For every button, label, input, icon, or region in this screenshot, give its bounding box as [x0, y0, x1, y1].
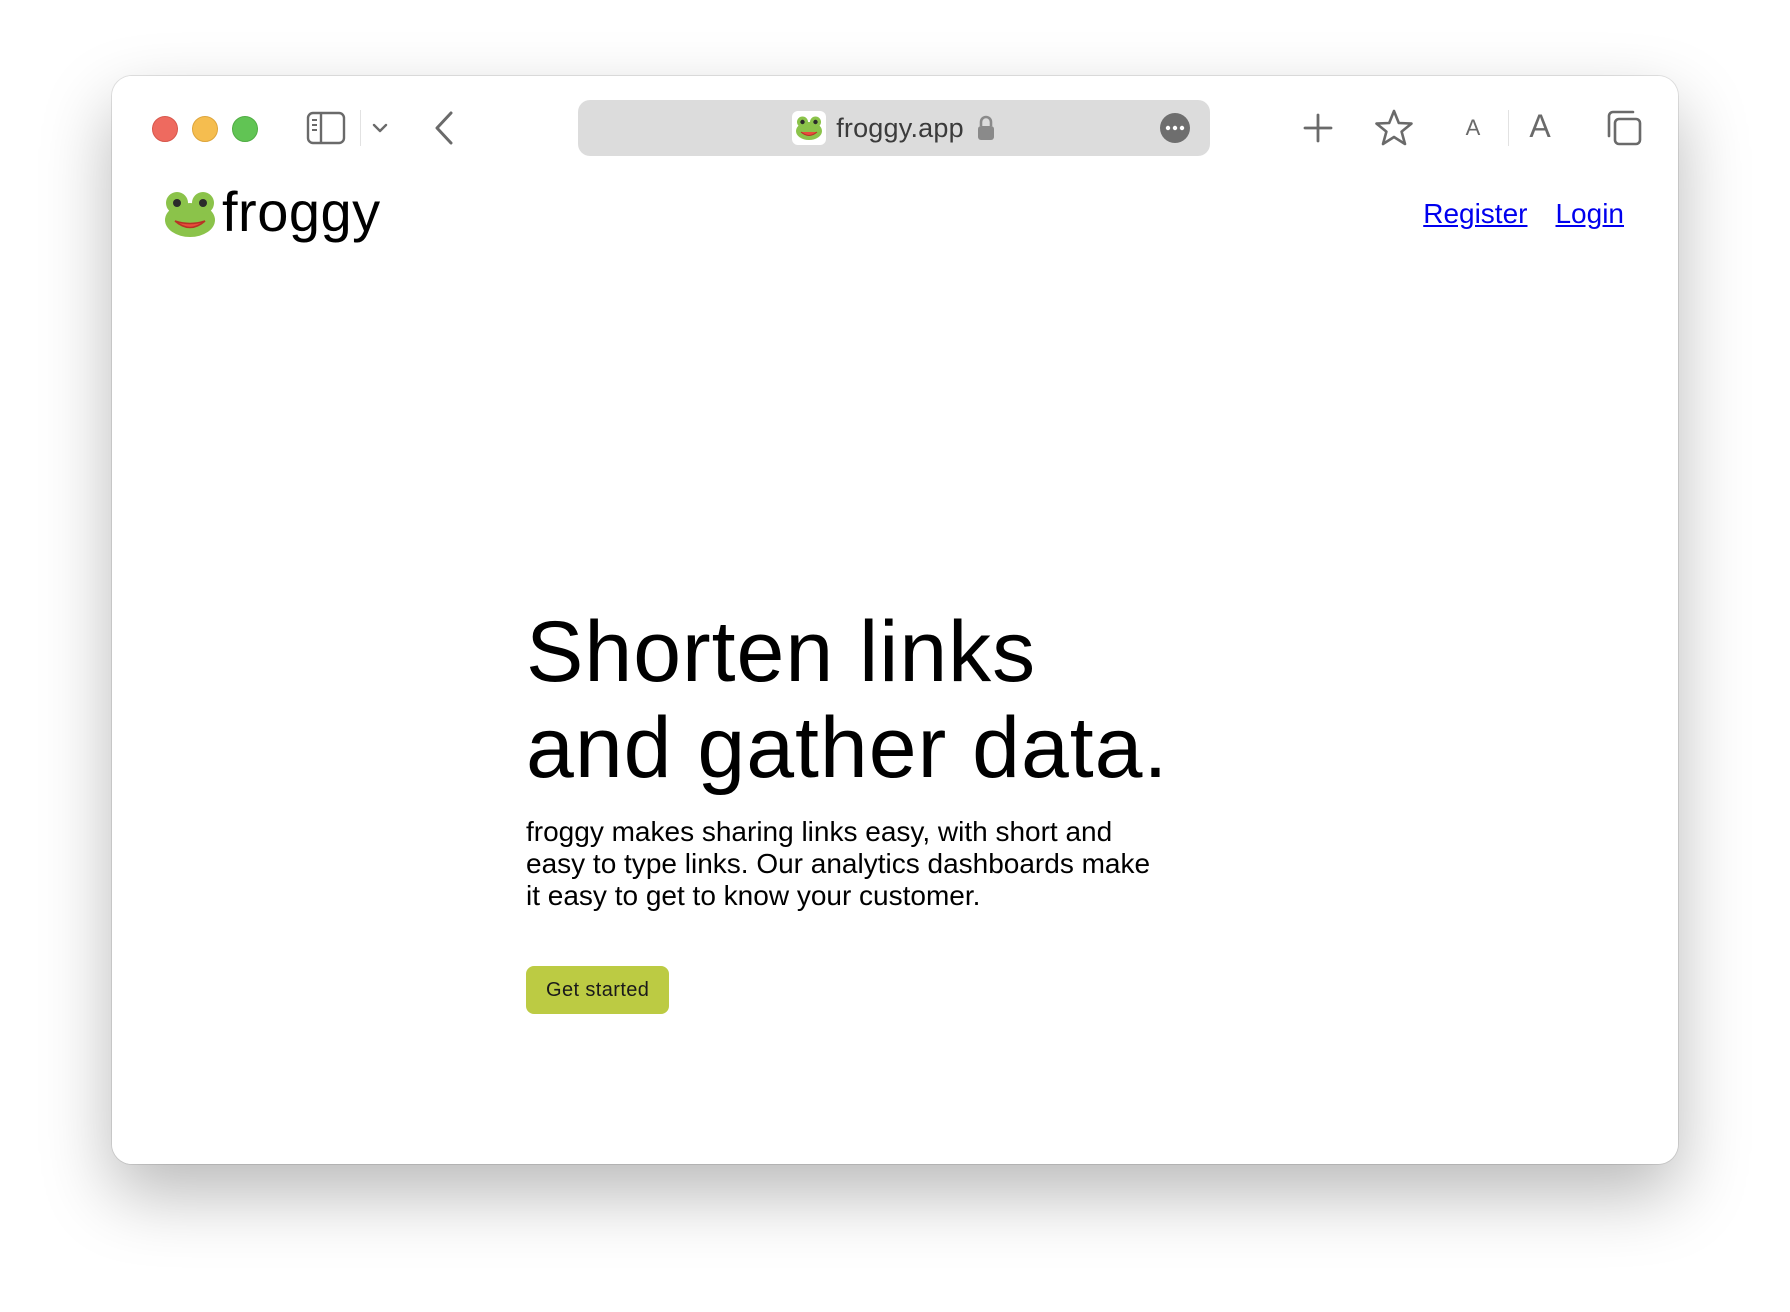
- close-window-button[interactable]: [152, 116, 178, 142]
- address-bar[interactable]: froggy.app: [578, 100, 1210, 156]
- increase-font-button[interactable]: A: [1520, 102, 1560, 150]
- decrease-font-button[interactable]: A: [1456, 106, 1490, 150]
- hero-title-line-2: and gather data.: [526, 700, 1169, 796]
- toolbar-divider: [360, 110, 361, 146]
- frog-emoji-icon: [164, 190, 216, 242]
- brand-name: froggy: [222, 180, 381, 243]
- browser-toolbar: froggy.app A A: [112, 76, 1678, 176]
- sidebar-icon[interactable]: [306, 110, 346, 146]
- top-nav: Register Login: [1423, 198, 1624, 230]
- get-started-button[interactable]: Get started: [526, 966, 670, 1014]
- hero-title-line-1: Shorten links: [526, 604, 1037, 700]
- plus-icon[interactable]: [1298, 108, 1338, 148]
- register-link[interactable]: Register: [1423, 198, 1527, 230]
- ellipsis-circle-icon[interactable]: [1160, 113, 1190, 143]
- login-link[interactable]: Login: [1555, 198, 1624, 230]
- browser-window: froggy.app A A froggy Register Login Sho…: [112, 76, 1678, 1164]
- address-bar-content: froggy.app: [578, 100, 1210, 156]
- frog-emoji-icon: [792, 111, 827, 145]
- maximize-window-button[interactable]: [232, 116, 258, 142]
- tab-overview-icon[interactable]: [1602, 106, 1646, 150]
- back-arrow-icon[interactable]: [428, 108, 460, 148]
- lock-icon: [976, 115, 996, 141]
- hero-title: Shorten links and gather data.: [526, 604, 1186, 796]
- minimize-window-button[interactable]: [192, 116, 218, 142]
- screen: froggy.app A A froggy Register Login Sho…: [0, 0, 1790, 1312]
- chevron-down-icon[interactable]: [368, 116, 392, 140]
- hero-description: froggy makes sharing links easy, with sh…: [526, 816, 1151, 911]
- star-icon[interactable]: [1372, 106, 1416, 150]
- url-text: froggy.app: [836, 112, 964, 143]
- hero-section: Shorten links and gather data. froggy ma…: [526, 604, 1186, 1014]
- site-brand[interactable]: froggy: [164, 180, 381, 246]
- toolbar-divider: [1508, 110, 1509, 146]
